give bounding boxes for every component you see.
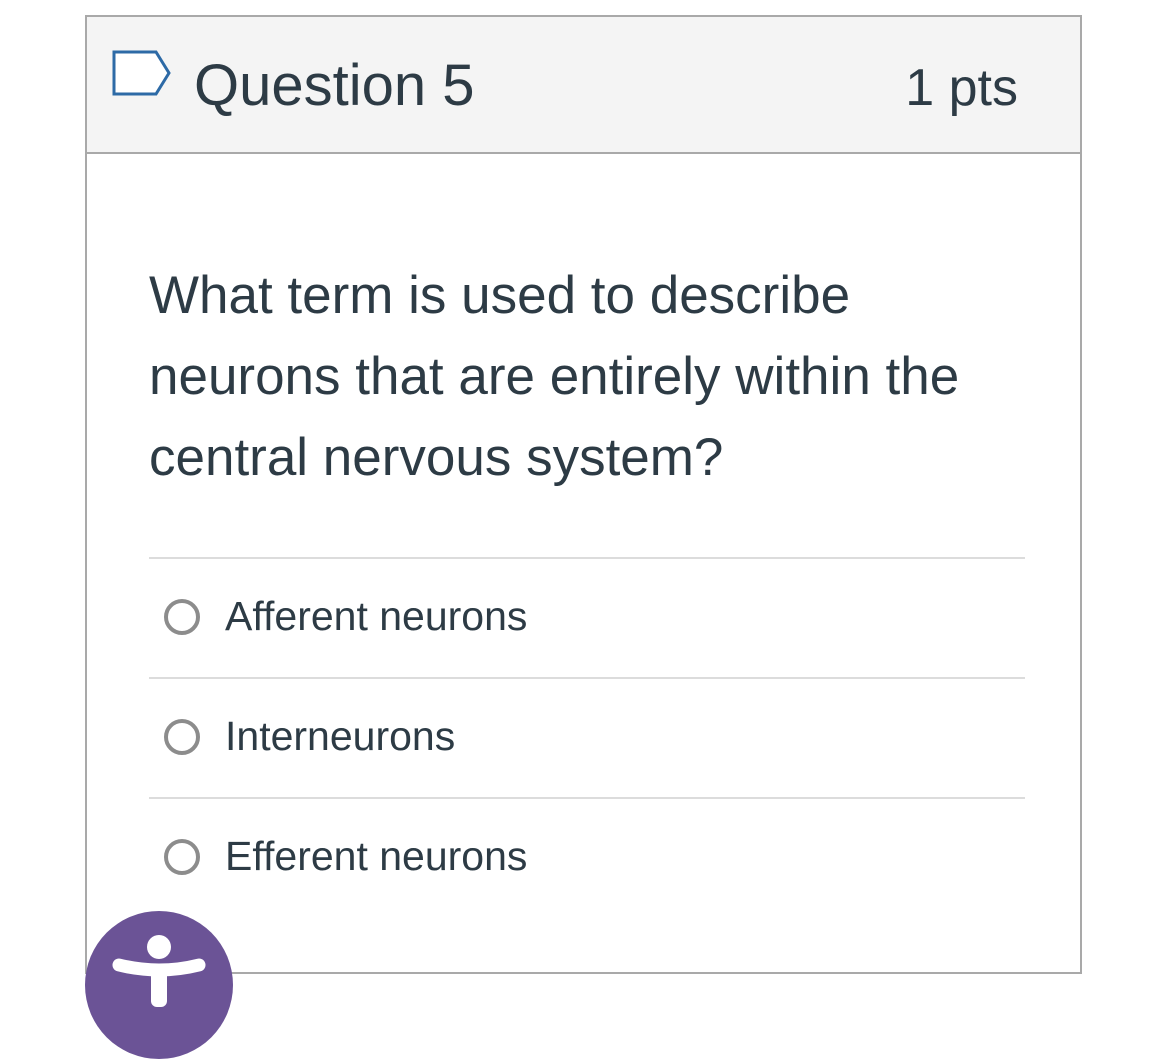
question-points: 1 pts: [905, 59, 1018, 117]
answer-label: Efferent neurons: [225, 833, 528, 879]
accessibility-button[interactable]: [85, 911, 233, 1059]
answer-option-interneurons[interactable]: Interneurons: [149, 677, 1025, 797]
flag-question-icon[interactable]: [111, 49, 173, 97]
question-card: Question 5 1 pts What term is used to de…: [85, 15, 1082, 974]
radio-button[interactable]: [164, 839, 200, 875]
answer-label: Afferent neurons: [225, 593, 528, 639]
answer-option-afferent[interactable]: Afferent neurons: [149, 557, 1025, 677]
answer-label: Interneurons: [225, 713, 456, 759]
accessibility-person-icon: [112, 935, 206, 1007]
question-header: Question 5 1 pts: [87, 17, 1080, 154]
radio-button[interactable]: [164, 599, 200, 635]
answer-list: Afferent neurons Interneurons Efferent n…: [149, 557, 1025, 917]
question-text: What term is used to describe neurons th…: [149, 266, 960, 487]
question-title: Question 5: [194, 53, 475, 118]
radio-button[interactable]: [164, 719, 200, 755]
answer-option-efferent[interactable]: Efferent neurons: [149, 797, 1025, 917]
